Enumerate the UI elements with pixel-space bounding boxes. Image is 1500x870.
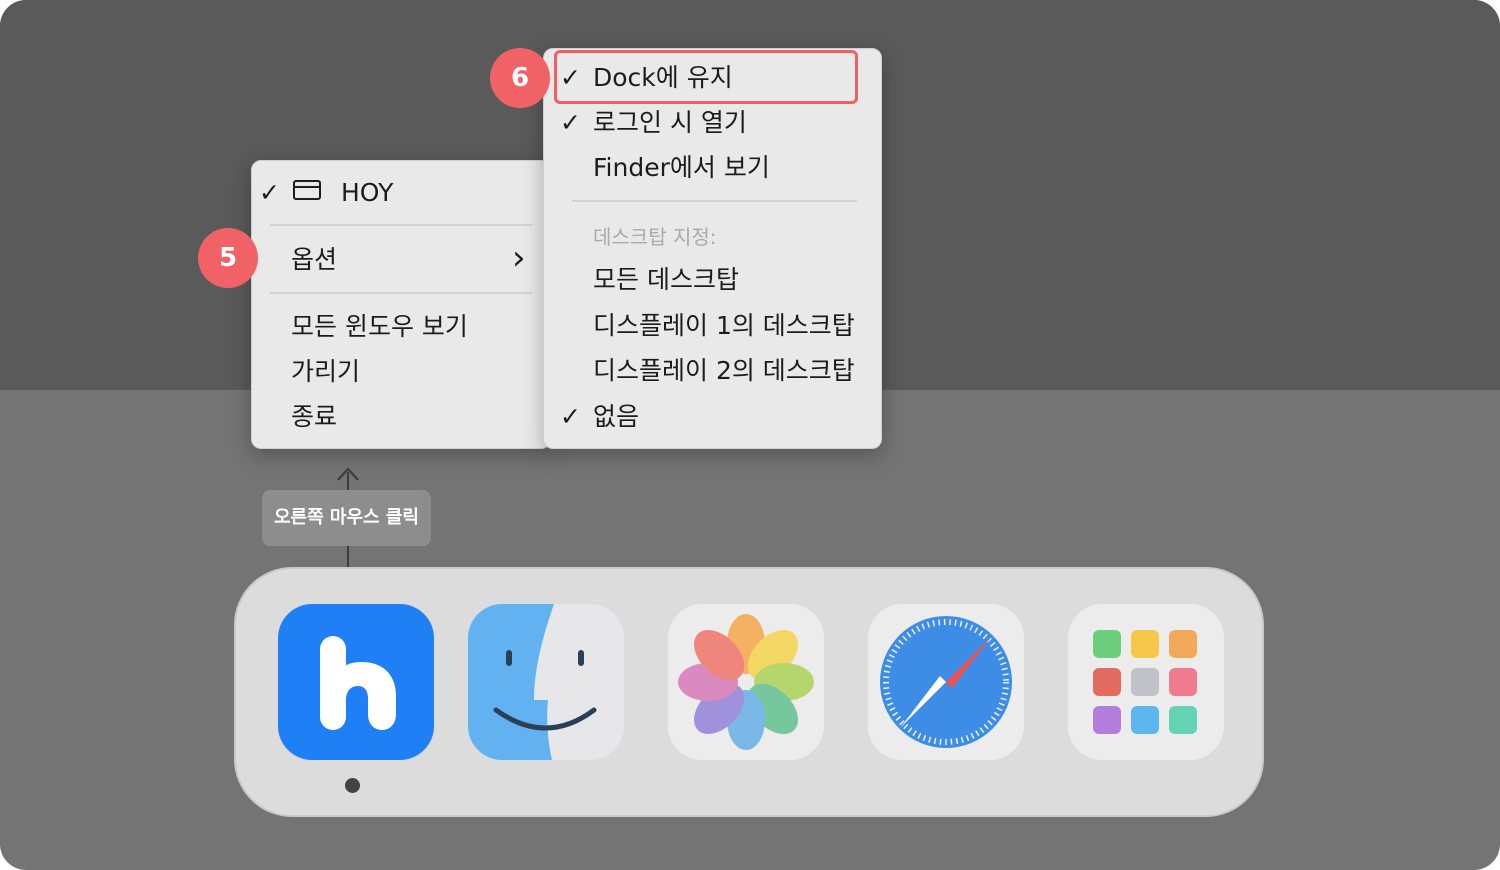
options-submenu: ✓ Dock에 유지 ✓ 로그인 시 열기 Finder에서 보기 데스크탑 지…: [543, 48, 882, 449]
menu-item-none[interactable]: 없음: [593, 401, 639, 433]
step-5-badge: 5: [198, 228, 258, 288]
app-context-menu: ✓ HOY 옵션 › 모든 윈도우 보기 가리기 종료: [251, 160, 551, 449]
none-check-icon: ✓: [560, 402, 581, 431]
screen: ✓ HOY 옵션 › 모든 윈도우 보기 가리기 종료 ✓ Dock에 유지 ✓…: [0, 0, 1500, 870]
menu-item-all-desktops[interactable]: 모든 데스크탑: [593, 264, 739, 296]
menu-item-display2-desktop[interactable]: 디스플레이 2의 데스크탑: [593, 355, 855, 387]
step-6-badge: 6: [490, 48, 550, 108]
finder-icon[interactable]: [468, 604, 624, 760]
menu-divider: [270, 224, 532, 226]
menu-item-show-all-windows[interactable]: 모든 윈도우 보기: [291, 311, 468, 343]
menu-item-open-at-login[interactable]: 로그인 시 열기: [593, 107, 747, 139]
assign-desktop-heading: 데스크탑 지정:: [593, 225, 717, 249]
menu-item-options[interactable]: 옵션: [291, 244, 337, 276]
menu-item-display1-desktop[interactable]: 디스플레이 1의 데스크탑: [593, 310, 855, 342]
menu-item-hide[interactable]: 가리기: [291, 356, 360, 388]
menu-item-show-in-finder[interactable]: Finder에서 보기: [593, 152, 770, 184]
safari-icon[interactable]: [868, 604, 1024, 760]
photos-icon[interactable]: [668, 604, 824, 760]
open-at-login-check-icon: ✓: [560, 108, 581, 137]
right-click-tooltip: 오른쪽 마우스 클릭: [262, 490, 431, 546]
menu-divider: [270, 292, 532, 294]
chevron-right-icon: ›: [512, 238, 526, 278]
menu-item-hoy-window[interactable]: HOY: [341, 177, 393, 209]
running-indicator: [345, 778, 360, 793]
arrow-up-icon: [337, 467, 359, 481]
menu-item-quit[interactable]: 종료: [291, 401, 337, 433]
keep-in-dock-highlight: [554, 50, 858, 104]
hoy-app-icon[interactable]: [278, 604, 434, 760]
hoy-window-check-icon: ✓: [259, 178, 280, 207]
window-icon: [293, 180, 321, 200]
launchpad-icon[interactable]: [1068, 604, 1224, 760]
menu-divider: [572, 200, 857, 202]
